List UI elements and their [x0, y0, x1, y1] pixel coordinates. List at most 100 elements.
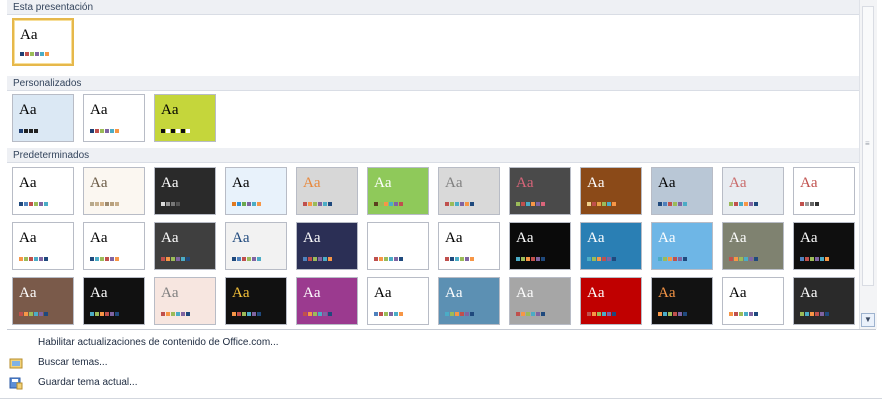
theme-thumbnail[interactable]: Aa	[651, 167, 713, 215]
menu-browse-themes[interactable]: Buscar temas...	[7, 353, 876, 373]
theme-thumbnail[interactable]: Aa	[722, 222, 784, 270]
theme-thumbnail[interactable]: Aa	[580, 167, 642, 215]
color-swatch	[465, 312, 469, 316]
color-swatch	[394, 312, 398, 316]
color-swatch	[744, 312, 748, 316]
theme-thumbnail[interactable]: Aa	[83, 277, 145, 325]
theme-thumbnail[interactable]: Aa	[83, 222, 145, 270]
color-swatch	[323, 257, 327, 261]
color-swatch	[110, 312, 114, 316]
color-swatch	[19, 129, 23, 133]
theme-thumbnail[interactable]: Aa	[83, 167, 145, 215]
color-swatch	[29, 202, 33, 206]
color-swatch	[252, 257, 256, 261]
color-swatch	[536, 257, 540, 261]
color-swatch	[44, 202, 48, 206]
theme-thumbnail[interactable]: Aa	[367, 222, 429, 270]
theme-thumbnail[interactable]: Aa	[793, 277, 855, 325]
theme-thumbnail[interactable]: Aa	[296, 222, 358, 270]
color-swatch	[95, 312, 99, 316]
theme-sample-text: Aa	[232, 175, 250, 191]
vertical-scrollbar[interactable]: ≡ ▼	[859, 0, 877, 329]
theme-thumbnail[interactable]: Aa	[438, 167, 500, 215]
theme-sample-text: Aa	[374, 230, 392, 246]
theme-color-swatches	[516, 202, 545, 206]
theme-thumbnail[interactable]: Aa	[225, 222, 287, 270]
theme-sample-text: Aa	[658, 175, 676, 191]
theme-thumbnail[interactable]: Aa	[12, 277, 74, 325]
theme-thumbnail[interactable]: Aa	[793, 167, 855, 215]
theme-sample-text: Aa	[658, 285, 676, 301]
theme-thumbnail[interactable]: Aa	[12, 167, 74, 215]
color-swatch	[470, 202, 474, 206]
theme-thumbnail[interactable]: Aa	[580, 222, 642, 270]
color-swatch	[186, 257, 190, 261]
color-swatch	[541, 257, 545, 261]
theme-thumbnail[interactable]: Aa	[225, 277, 287, 325]
theme-thumbnail[interactable]: Aa	[651, 222, 713, 270]
color-swatch	[744, 257, 748, 261]
color-swatch	[176, 202, 180, 206]
color-swatch	[521, 257, 525, 261]
color-swatch	[810, 257, 814, 261]
color-swatch	[597, 257, 601, 261]
theme-thumbnail[interactable]: Aa	[154, 277, 216, 325]
color-swatch	[399, 202, 403, 206]
theme-thumbnail[interactable]: Aa	[367, 277, 429, 325]
color-swatch	[318, 202, 322, 206]
theme-color-swatches	[90, 312, 119, 316]
theme-thumbnail[interactable]: Aa	[367, 167, 429, 215]
theme-thumbnail[interactable]: Aa	[154, 167, 216, 215]
color-swatch	[303, 257, 307, 261]
theme-thumbnail[interactable]: Aa	[296, 167, 358, 215]
color-swatch	[602, 257, 606, 261]
scroll-down-button[interactable]: ▼	[861, 313, 875, 327]
color-swatch	[115, 129, 119, 133]
color-swatch	[531, 312, 535, 316]
theme-sample-text: Aa	[303, 285, 321, 301]
color-swatch	[176, 129, 180, 133]
theme-thumbnail[interactable]: Aa	[438, 277, 500, 325]
theme-thumbnail[interactable]: Aa	[722, 167, 784, 215]
theme-thumbnail[interactable]: Aa	[580, 277, 642, 325]
theme-thumbnail[interactable]: Aa	[12, 222, 74, 270]
color-swatch	[526, 312, 530, 316]
color-swatch	[105, 129, 109, 133]
color-swatch	[536, 312, 540, 316]
theme-thumbnail[interactable]: Aa	[12, 18, 74, 66]
theme-thumbnail[interactable]: Aa	[12, 94, 74, 142]
color-swatch	[237, 202, 241, 206]
color-swatch	[399, 312, 403, 316]
theme-thumbnail[interactable]: Aa	[438, 222, 500, 270]
theme-thumbnail[interactable]: Aa	[509, 222, 571, 270]
menu-save-theme[interactable]: Guardar tema actual...	[7, 373, 876, 393]
theme-thumbnail[interactable]: Aa	[509, 167, 571, 215]
theme-thumbnail[interactable]: Aa	[509, 277, 571, 325]
theme-thumbnail[interactable]: Aa	[154, 222, 216, 270]
theme-color-swatches	[800, 202, 819, 206]
theme-color-swatches	[729, 257, 758, 261]
theme-sample-text: Aa	[303, 230, 321, 246]
theme-thumbnail[interactable]: Aa	[225, 167, 287, 215]
theme-thumbnail[interactable]: Aa	[83, 94, 145, 142]
theme-thumbnail[interactable]: Aa	[793, 222, 855, 270]
theme-sample-text: Aa	[516, 175, 534, 191]
theme-thumbnail[interactable]: Aa	[296, 277, 358, 325]
color-swatch	[526, 202, 530, 206]
color-swatch	[460, 312, 464, 316]
color-swatch	[166, 129, 170, 133]
color-swatch	[24, 129, 28, 133]
menu-enable-updates[interactable]: Habilitar actualizaciones de contenido d…	[7, 333, 876, 353]
color-swatch	[825, 312, 829, 316]
color-swatch	[252, 202, 256, 206]
theme-thumbnail[interactable]: Aa	[154, 94, 216, 142]
theme-color-swatches	[19, 202, 48, 206]
theme-thumbnail[interactable]: Aa	[722, 277, 784, 325]
color-swatch	[313, 257, 317, 261]
color-swatch	[597, 202, 601, 206]
theme-thumbnail[interactable]: Aa	[651, 277, 713, 325]
color-swatch	[460, 257, 464, 261]
theme-sample-text: Aa	[729, 175, 747, 191]
theme-sample-text: Aa	[19, 102, 37, 118]
scroll-thumb[interactable]: ≡	[862, 6, 874, 286]
